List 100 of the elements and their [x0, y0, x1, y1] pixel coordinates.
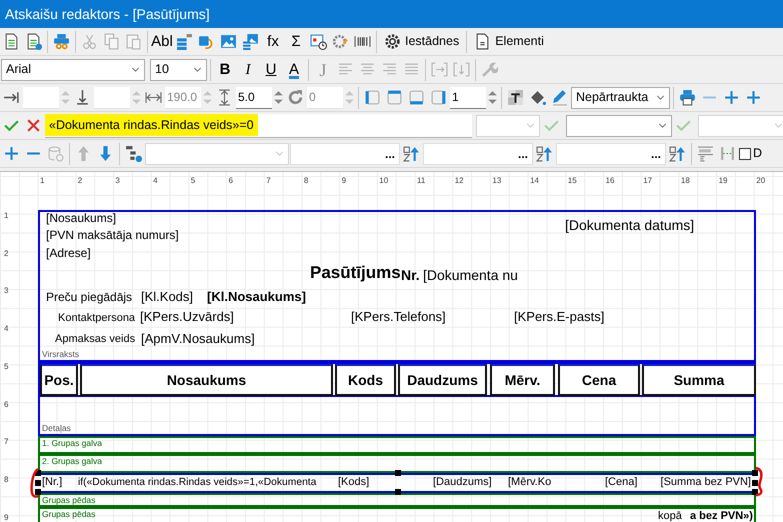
- border-top-icon[interactable]: [386, 89, 403, 106]
- report-text: [ApmV.Nosaukums]: [141, 332, 255, 347]
- save-icon[interactable]: [3, 33, 20, 50]
- arrow-icon[interactable]: [74, 89, 91, 106]
- report-text: [Dokumenta datums]: [565, 217, 694, 234]
- formula-field[interactable]: «Dokumenta rindas.Rindas veids»=0: [45, 114, 472, 138]
- sort-icon[interactable]: [403, 145, 420, 162]
- data-field-icon[interactable]: [176, 33, 193, 50]
- resize-handle[interactable]: [395, 489, 401, 495]
- print-preview-icon[interactable]: [53, 33, 70, 50]
- shape-icon[interactable]: [198, 33, 215, 50]
- font-size-dropdown[interactable]: 10: [150, 58, 207, 80]
- number-field[interactable]: 1: [450, 86, 486, 108]
- ruler-number: 14: [530, 175, 539, 187]
- field-cell: [Nr.]: [42, 475, 62, 490]
- report-text: [Dokumenta nu: [423, 267, 518, 284]
- elements-button[interactable]: Elementi: [470, 30, 548, 54]
- settings-icon[interactable]: [384, 33, 401, 50]
- sort-icon[interactable]: [669, 145, 686, 162]
- dropdown[interactable]: [566, 114, 672, 136]
- field-cell: [Daudzums]: [433, 475, 492, 490]
- ruler-number: 8: [4, 474, 8, 486]
- report-text: Preču piegādājs: [46, 291, 132, 305]
- pencil-icon[interactable]: [551, 89, 568, 106]
- report-text: [KPers.E-pasts]: [514, 310, 604, 325]
- band-label: Grupas pēdas: [42, 510, 96, 520]
- fill-bucket-icon[interactable]: [529, 89, 546, 106]
- plus-icon[interactable]: [723, 89, 740, 106]
- ruler-number: 4: [153, 175, 158, 187]
- ruler-number: 9: [4, 512, 8, 522]
- sort-icon[interactable]: [536, 145, 553, 162]
- settings-button[interactable]: Iestādnes: [380, 30, 464, 54]
- annotation-mark: [754, 466, 764, 498]
- ruler-number: 4: [4, 323, 8, 336]
- line-style-dropdown[interactable]: Nepārtraukta: [571, 86, 670, 108]
- column-header: Pos.: [40, 364, 78, 396]
- tree-add-icon[interactable]: [125, 145, 142, 162]
- document-icon[interactable]: [474, 33, 492, 50]
- report-text: Nr.: [401, 267, 420, 284]
- ruler-number: 11: [417, 175, 426, 187]
- checkbox-label: D: [753, 145, 762, 162]
- toolbar-button[interactable]: fx: [262, 30, 284, 54]
- cross-icon[interactable]: [25, 117, 42, 134]
- italic-button[interactable]: I: [237, 58, 259, 82]
- ruler-number: 2: [78, 175, 82, 187]
- report-text: [Nosaukums]: [46, 212, 116, 226]
- plus-icon[interactable]: [745, 89, 762, 106]
- plus-icon[interactable]: [3, 145, 20, 162]
- barcode-icon[interactable]: [354, 33, 371, 50]
- ruler-number: 19: [718, 175, 728, 187]
- font-color-button[interactable]: A: [283, 58, 305, 82]
- ruler-number: 16: [606, 175, 614, 187]
- report-text: [Kl.Kods]: [141, 290, 194, 305]
- browse-field[interactable]: ...: [556, 142, 666, 164]
- number-format-icon[interactable]: [697, 145, 714, 162]
- border-right-icon[interactable]: [430, 89, 447, 106]
- font-dropdown[interactable]: Arial: [1, 58, 145, 80]
- band-label: 2. Grupas galva: [42, 457, 102, 466]
- report-text: [Adrese]: [46, 247, 91, 261]
- column-header: Mērv.: [490, 364, 555, 396]
- field-cell: [Mērv.Ko: [508, 475, 552, 490]
- browse-field[interactable]: ...: [290, 142, 400, 164]
- rotate-icon[interactable]: [287, 89, 304, 106]
- band-label: Detaļas: [42, 424, 71, 433]
- image-icon[interactable]: [220, 33, 237, 50]
- report-text: [KPers.Telefons]: [351, 310, 446, 325]
- ruler-number: 1: [40, 175, 44, 187]
- ruler-number: 3: [115, 175, 120, 187]
- border-left-icon[interactable]: [364, 89, 381, 106]
- resize-handle[interactable]: [395, 470, 401, 476]
- save-as-icon[interactable]: [25, 33, 42, 50]
- report-text: Pasūtījums: [310, 263, 401, 283]
- underline-button[interactable]: U: [260, 58, 282, 82]
- arrow-icon[interactable]: [3, 89, 20, 106]
- ruler-number: 7: [4, 436, 8, 448]
- ruler-number: 6: [4, 398, 8, 410]
- print-icon[interactable]: [679, 89, 696, 106]
- report-text: kopā: [658, 510, 682, 522]
- ruler-number: 12: [454, 175, 464, 187]
- window-title: Atskaišu redaktors - [Pasūtījums]: [0, 0, 783, 28]
- data-image-icon[interactable]: [242, 33, 259, 50]
- toolbar-button[interactable]: Abl: [151, 30, 173, 54]
- text-background-icon[interactable]: [507, 89, 524, 106]
- border-bottom-icon[interactable]: [408, 89, 425, 106]
- ruler-number: 7: [266, 175, 271, 187]
- browse-field[interactable]: ...: [423, 142, 533, 164]
- report-text: Kontaktpersona: [58, 312, 136, 325]
- report-text: [PVN maksātāja numurs]: [46, 229, 179, 243]
- band-label: Virsraksts: [42, 350, 80, 359]
- gear-pin-icon[interactable]: [332, 33, 349, 50]
- height-icon[interactable]: [216, 89, 233, 106]
- field-cell-text: if(«Dokumenta rindas.Rindas veids»=1,«Dokumenta: [78, 476, 316, 490]
- number-field[interactable]: 5.0: [236, 86, 272, 108]
- toolbar-button[interactable]: Σ: [285, 30, 307, 54]
- checkbox[interactable]: [739, 148, 751, 160]
- ruler-number: 18: [680, 175, 690, 187]
- band-label: Grupas pēdas: [42, 496, 96, 506]
- bold-button[interactable]: B: [214, 58, 236, 82]
- width-icon[interactable]: [145, 89, 162, 106]
- calendar-clock-icon[interactable]: [310, 33, 327, 50]
